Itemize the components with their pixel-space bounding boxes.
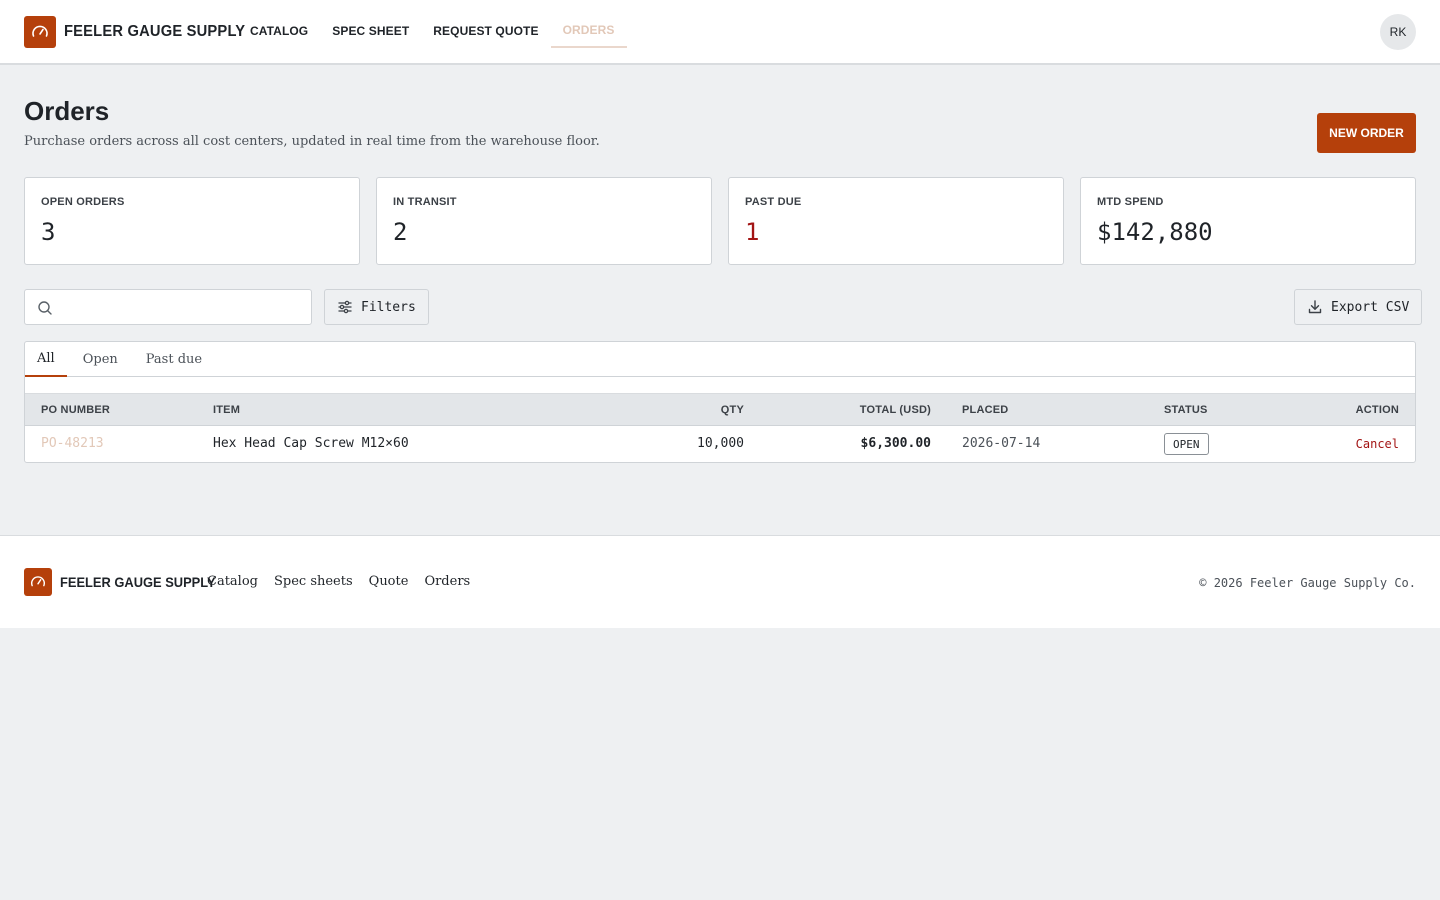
footer-brand: FEELER GAUGE SUPPLY — [60, 574, 216, 590]
stat-label: IN TRANSIT — [393, 196, 457, 208]
sliders-icon — [338, 300, 352, 314]
page-title: Orders — [24, 96, 110, 126]
column-header-po-number[interactable]: PO NUMBER — [41, 404, 110, 416]
cancel-order-link[interactable]: Cancel — [1356, 437, 1399, 451]
export-label: Export CSV — [1331, 299, 1410, 315]
filters-label: Filters — [361, 299, 416, 315]
table-header: PO NUMBER ITEM QTY TOTAL (USD) PLACED ST… — [25, 393, 1415, 426]
footer-links: Catalog Spec sheets Quote Orders — [207, 574, 486, 589]
download-icon — [1308, 300, 1322, 314]
column-header-qty[interactable]: QTY — [721, 404, 744, 416]
footer: FEELER GAUGE SUPPLY Catalog Spec sheets … — [0, 535, 1440, 628]
orders-panel: All Open Past due PO NUMBER ITEM QTY TOT… — [24, 341, 1416, 463]
stat-card-past-due: PAST DUE 1 — [728, 177, 1064, 265]
table-row[interactable]: PO-48213 Hex Head Cap Screw M12×60 10,00… — [25, 426, 1415, 462]
footer-link-orders[interactable]: Orders — [424, 574, 470, 589]
footer-link-quote[interactable]: Quote — [369, 574, 409, 589]
new-order-button[interactable]: NEW ORDER — [1317, 113, 1416, 153]
nav-request-quote[interactable]: REQUEST QUOTE — [421, 14, 550, 48]
column-header-action: ACTION — [1355, 404, 1399, 416]
copyright: © 2026 Feeler Gauge Supply Co. — [1199, 576, 1416, 590]
avatar[interactable]: RK — [1380, 14, 1416, 50]
filters-button[interactable]: Filters — [324, 289, 429, 325]
main-nav: CATALOG SPEC SHEET REQUEST QUOTE ORDERS — [238, 0, 627, 63]
tab-past-due[interactable]: Past due — [134, 342, 214, 377]
item-cell: Hex Head Cap Screw M12×60 — [213, 436, 409, 451]
footer-link-spec-sheets[interactable]: Spec sheets — [274, 574, 353, 589]
top-bar: FEELER GAUGE SUPPLY CATALOG SPEC SHEET R… — [0, 0, 1440, 65]
stat-value: 2 — [393, 218, 408, 246]
footer-link-catalog[interactable]: Catalog — [207, 574, 258, 589]
search-box — [24, 289, 312, 325]
column-header-item[interactable]: ITEM — [213, 404, 240, 416]
search-icon — [38, 301, 52, 315]
column-header-total[interactable]: TOTAL (USD) — [860, 404, 931, 416]
stat-value: 1 — [745, 218, 760, 246]
nav-orders[interactable]: ORDERS — [550, 14, 627, 48]
tab-all[interactable]: All — [25, 342, 67, 377]
stat-value: 3 — [41, 218, 56, 246]
placed-cell: 2026-07-14 — [962, 436, 1041, 451]
stat-value: $142,880 — [1097, 218, 1213, 246]
gauge-icon — [24, 568, 52, 596]
tab-bar: All Open Past due — [25, 342, 1415, 377]
po-number-link[interactable]: PO-48213 — [41, 436, 104, 451]
nav-catalog[interactable]: CATALOG — [238, 14, 320, 48]
nav-spec-sheet[interactable]: SPEC SHEET — [320, 14, 421, 48]
stat-card-in-transit: IN TRANSIT 2 — [376, 177, 712, 265]
stat-card-mtd-spend: MTD SPEND $142,880 — [1080, 177, 1416, 265]
stat-label: MTD SPEND — [1097, 196, 1164, 208]
export-csv-button[interactable]: Export CSV — [1294, 289, 1423, 325]
stat-card-open-orders: OPEN ORDERS 3 — [24, 177, 360, 265]
brand-name: FEELER GAUGE SUPPLY — [64, 23, 246, 40]
column-header-status[interactable]: STATUS — [1164, 404, 1208, 416]
stat-label: PAST DUE — [745, 196, 802, 208]
column-header-placed[interactable]: PLACED — [962, 404, 1008, 416]
status-badge: OPEN — [1164, 433, 1209, 455]
brand[interactable]: FEELER GAUGE SUPPLY — [24, 16, 261, 48]
stat-label: OPEN ORDERS — [41, 196, 125, 208]
total-cell: $6,300.00 — [860, 436, 931, 451]
gauge-icon — [24, 16, 56, 48]
tab-open[interactable]: Open — [71, 342, 130, 377]
search-input[interactable] — [61, 296, 301, 318]
qty-cell: 10,000 — [697, 436, 744, 451]
page-subtitle: Purchase orders across all cost centers,… — [24, 134, 600, 149]
